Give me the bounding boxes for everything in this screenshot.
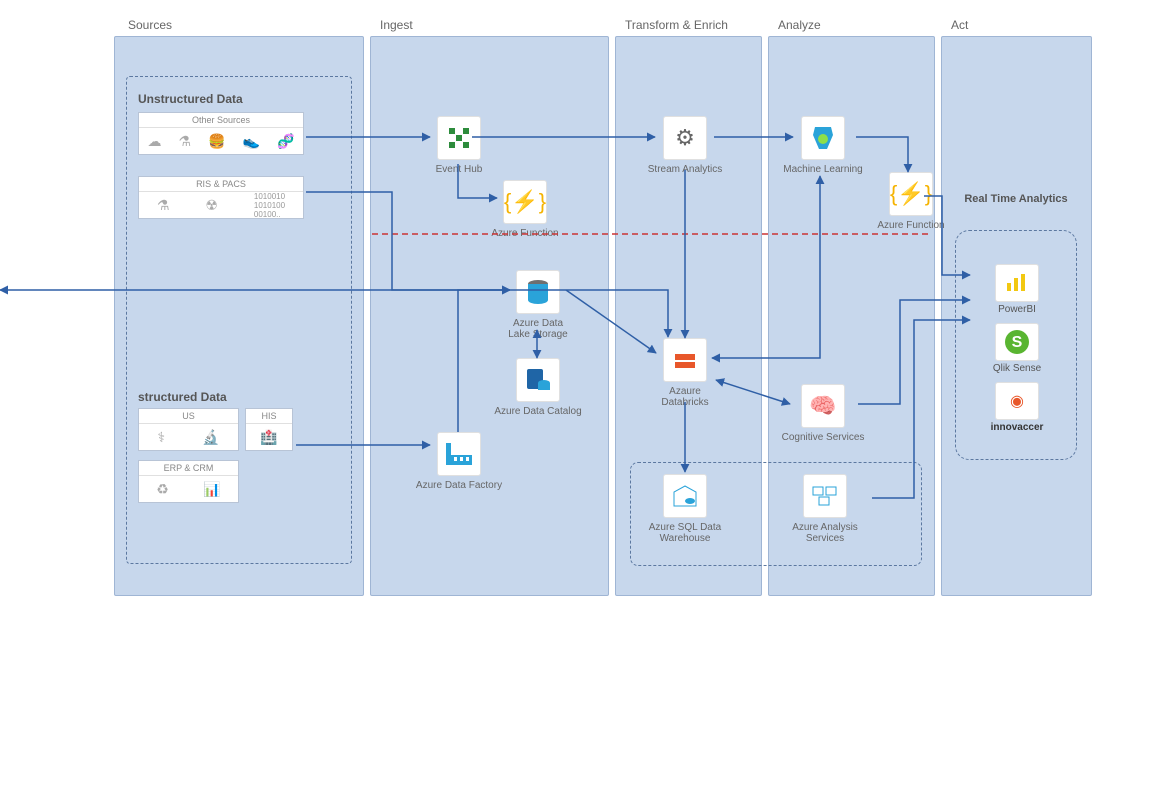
- hospital-icon: 🏥: [260, 429, 277, 446]
- node-cognitive: 🧠 Cognitive Services: [778, 384, 868, 443]
- erp-crm-label: ERP & CRM: [139, 461, 238, 476]
- box-other-sources: Other Sources ☁︎ ⚗ 🍔 👟 🧬: [138, 112, 304, 155]
- stream-analytics-icon: ⚙: [663, 116, 707, 160]
- lab-icon: ⚗: [179, 133, 192, 150]
- azure-function-2-label: Azure Function: [866, 220, 956, 231]
- gene-icon: ⚕: [157, 429, 165, 446]
- act-title: Real Time Analytics: [958, 192, 1074, 206]
- col-label-sources: Sources: [128, 18, 172, 32]
- data-catalog-label: Azure Data Catalog: [493, 406, 583, 417]
- col-label-transform: Transform & Enrich: [625, 18, 728, 32]
- brain-icon: 🧠: [801, 384, 845, 428]
- flask-icon: ⚗: [157, 197, 170, 214]
- analysis-services-icon: [803, 474, 847, 518]
- other-sources-label: Other Sources: [139, 113, 303, 128]
- azure-function-1-label: Azure Function: [480, 228, 570, 239]
- databricks-label: Azaure Databricks: [640, 386, 730, 408]
- node-stream-analytics: ⚙ Stream Analytics: [640, 116, 730, 175]
- report-icon: 📊: [203, 481, 220, 498]
- box-his: HIS 🏥: [245, 408, 293, 451]
- microscope-icon: 🔬: [202, 429, 219, 446]
- sql-dw-label: Azure SQL Data Warehouse: [640, 522, 730, 544]
- node-event-hub: Event Hub: [414, 116, 504, 175]
- node-sql-dw: Azure SQL Data Warehouse: [640, 474, 730, 544]
- node-databricks: Azaure Databricks: [640, 338, 730, 408]
- svg-text:S: S: [1012, 334, 1023, 351]
- node-data-lake: Azure Data Lake Storage: [493, 270, 583, 340]
- weather-icon: ☁︎: [148, 133, 162, 150]
- function-icon: {⚡}: [503, 180, 547, 224]
- col-label-analyze: Analyze: [778, 18, 821, 32]
- node-data-catalog: Azure Data Catalog: [493, 358, 583, 417]
- ml-label: Machine Learning: [778, 164, 868, 175]
- analysis-services-label: Azure Analysis Services: [780, 522, 870, 544]
- qlik-label: Qlik Sense: [972, 363, 1062, 374]
- cognitive-label: Cognitive Services: [778, 432, 868, 443]
- col-label-act: Act: [951, 18, 968, 32]
- event-hub-icon: [437, 116, 481, 160]
- node-azure-function-1: {⚡} Azure Function: [480, 180, 570, 239]
- powerbi-label: PowerBI: [972, 304, 1062, 315]
- node-ml: Machine Learning: [778, 116, 868, 175]
- box-erp-crm: ERP & CRM ♻ 📊: [138, 460, 239, 503]
- col-label-ingest: Ingest: [380, 18, 413, 32]
- qlik-icon: S: [995, 323, 1039, 361]
- ml-icon: [801, 116, 845, 160]
- data-catalog-icon: [516, 358, 560, 402]
- databricks-icon: [663, 338, 707, 382]
- event-hub-label: Event Hub: [414, 164, 504, 175]
- his-label: HIS: [246, 409, 292, 424]
- box-ris-pacs: RIS & PACS ⚗ ☢ 1010010101010000100..: [138, 176, 304, 219]
- architecture-diagram: Sources Ingest Transform & Enrich Analyz…: [0, 0, 1152, 798]
- innovaccer-label: innovaccer: [972, 422, 1062, 433]
- data-factory-label: Azure Data Factory: [414, 480, 504, 491]
- node-data-factory: Azure Data Factory: [414, 432, 504, 491]
- sql-dw-icon: [663, 474, 707, 518]
- us-label: US: [139, 409, 238, 424]
- innovaccer-icon: ◉: [995, 382, 1039, 420]
- radiation-icon: ☢: [205, 197, 218, 214]
- node-analysis-services: Azure Analysis Services: [780, 474, 870, 544]
- ris-pacs-label: RIS & PACS: [139, 177, 303, 192]
- data-lake-label: Azure Data Lake Storage: [493, 318, 583, 340]
- dna-icon: 🧬: [277, 133, 294, 150]
- binary-text-icon: 1010010101010000100..: [254, 192, 285, 219]
- node-azure-function-2: {⚡} Azure Function: [866, 172, 956, 231]
- act-stack: PowerBI S Qlik Sense ◉ innovaccer: [972, 258, 1062, 441]
- powerbi-icon: [995, 264, 1039, 302]
- function-icon-2: {⚡}: [889, 172, 933, 216]
- structured-title: structured Data: [138, 390, 227, 404]
- stream-analytics-label: Stream Analytics: [640, 164, 730, 175]
- box-us: US ⚕ 🔬: [138, 408, 239, 451]
- burger-icon: 🍔: [208, 133, 225, 150]
- shoe-icon: 👟: [243, 133, 260, 150]
- cycle-icon: ♻: [156, 481, 169, 498]
- data-factory-icon: [437, 432, 481, 476]
- data-lake-icon: [516, 270, 560, 314]
- unstructured-title: Unstructured Data: [138, 92, 243, 106]
